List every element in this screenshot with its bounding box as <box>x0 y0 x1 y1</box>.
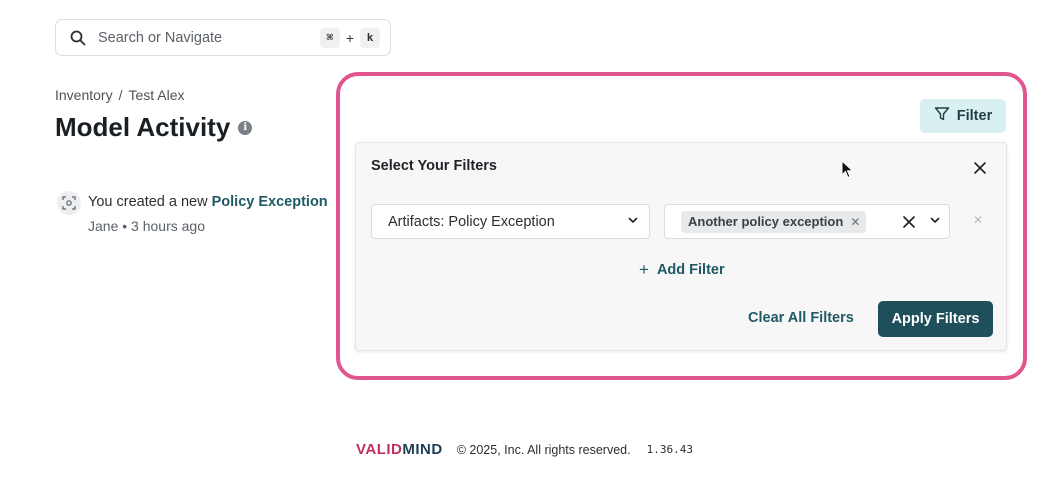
page-title-row: Model Activity i <box>55 112 253 143</box>
shortcut-key-k: k <box>360 27 380 48</box>
breadcrumb-separator: / <box>118 87 123 103</box>
breadcrumb: Inventory / Test Alex <box>55 87 185 103</box>
mouse-cursor-icon <box>841 159 855 185</box>
activity-icon <box>57 191 81 215</box>
shortcut-key-cmd: ⌘ <box>319 27 340 48</box>
search-placeholder[interactable]: Search or Navigate <box>98 30 320 46</box>
filter-panel-title: Select Your Filters <box>371 158 497 174</box>
add-filter-label: Add Filter <box>656 262 725 278</box>
shortcut-plus: + <box>345 29 354 46</box>
activity-link[interactable]: Policy Exception <box>212 194 328 210</box>
filter-field-select[interactable]: Artifacts: Policy Exception <box>371 204 650 239</box>
search-icon <box>68 28 88 48</box>
filter-button-label: Filter <box>956 108 993 124</box>
breadcrumb-item-inventory[interactable]: Inventory <box>55 87 113 103</box>
chevron-down-icon <box>627 214 639 230</box>
value-chip: Another policy exception ✕ <box>681 210 867 233</box>
version-text: 1.36.43 <box>646 443 693 456</box>
clear-value-icon[interactable] <box>903 215 915 228</box>
footer: VALIDMIND © 2025, Inc. All rights reserv… <box>356 441 693 458</box>
breadcrumb-item-test-alex[interactable]: Test Alex <box>128 87 184 103</box>
brand-logo: VALIDMIND <box>356 441 443 458</box>
clear-all-filters-button[interactable]: Clear All Filters <box>748 310 854 326</box>
plus-icon: + <box>639 260 649 279</box>
activity-meta: Jane • 3 hours ago <box>88 218 205 234</box>
value-chip-label: Another policy exception <box>688 214 844 229</box>
search-bar[interactable]: Search or Navigate ⌘ + k <box>55 19 391 56</box>
close-icon[interactable] <box>971 159 989 177</box>
page-title: Model Activity <box>55 112 231 142</box>
funnel-icon <box>934 106 950 126</box>
chevron-down-icon[interactable] <box>929 213 941 231</box>
info-icon[interactable]: i <box>238 120 253 135</box>
activity-text: You created a new Policy Exception <box>88 191 328 213</box>
apply-filters-button[interactable]: Apply Filters <box>878 301 993 337</box>
activity-prefix: You created a new <box>88 194 208 210</box>
activity-item: You created a new Policy Exception Jane … <box>57 191 328 237</box>
filter-value-select[interactable]: Another policy exception ✕ <box>664 204 950 239</box>
remove-row-icon[interactable]: ✕ <box>973 213 983 227</box>
add-filter-button[interactable]: + Add Filter <box>639 260 725 280</box>
filter-panel: Select Your Filters Artifacts: Policy Ex… <box>355 142 1007 351</box>
copyright-text: © 2025, Inc. All rights reserved. <box>456 442 631 457</box>
filter-button[interactable]: Filter <box>920 99 1006 133</box>
chip-remove-icon[interactable]: ✕ <box>850 215 860 229</box>
filter-field-value: Artifacts: Policy Exception <box>388 213 555 230</box>
